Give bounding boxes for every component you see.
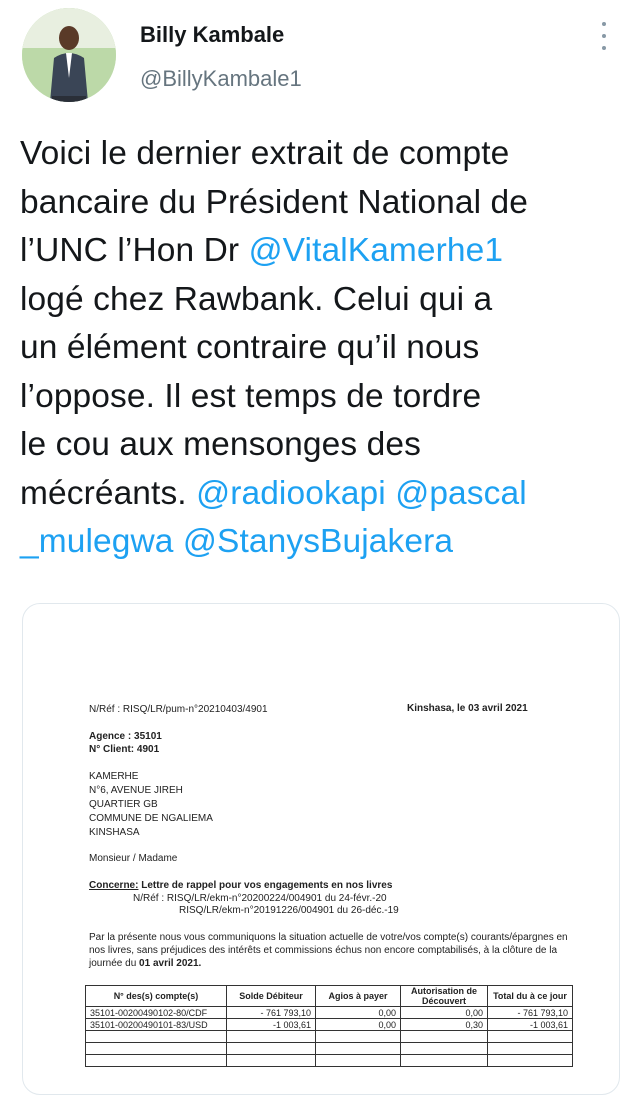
tweet-line: logé chez Rawbank. Celui qui a <box>20 276 620 325</box>
tweet-line: l’oppose. Il est temps de tordre <box>20 373 620 422</box>
tweet-line: mécréants. @radiookapi @pascal <box>20 470 620 519</box>
tweet-text-segment: un élément contraire qu’il nous <box>20 329 480 366</box>
table-cell <box>315 1042 401 1055</box>
mention-link[interactable]: @pascal <box>395 475 527 512</box>
mention-link[interactable]: _mulegwa <box>20 523 174 560</box>
tweet-line: _mulegwa @StanysBujakera <box>20 518 620 567</box>
table-cell <box>226 1054 316 1067</box>
table-header: Total du à ce jour <box>487 985 573 1007</box>
table-header: Autorisation de Découvert <box>400 985 488 1007</box>
tweet-text-segment: Voici le dernier extrait de compte <box>20 135 510 172</box>
doc-client: N° Client: 4901 <box>89 744 160 755</box>
tweet-text: Voici le dernier extrait de compte bancai… <box>20 130 620 567</box>
author-avatar[interactable] <box>22 8 116 102</box>
doc-ref-line: N/Réf : RISQ/LR/ekm-n°20200224/004901 du… <box>133 893 387 904</box>
doc-concerne-label: Concerne: <box>89 880 139 891</box>
tweet-text-segment: logé chez Rawbank. Celui qui a <box>20 280 493 318</box>
table-cell: 35101-00200490101-83/USD <box>85 1018 227 1031</box>
table-cell <box>85 1054 227 1067</box>
doc-body-prefix: journée du <box>89 958 140 969</box>
tweet-text-segment <box>386 475 395 512</box>
table-cell: - 761 793,10 <box>226 1006 316 1019</box>
table-cell: -1 003,61 <box>487 1018 573 1031</box>
table-header: Solde Débiteur <box>226 985 316 1007</box>
table-cell <box>85 1030 227 1043</box>
tweet-line: l’UNC l’Hon Dr @VitalKamerhe1 <box>20 227 620 276</box>
table-cell <box>226 1030 316 1043</box>
doc-salutation: Monsieur / Madame <box>89 853 178 864</box>
table-row <box>85 1042 573 1055</box>
doc-concerne-text: Lettre de rappel pour vos engagements en… <box>141 880 393 891</box>
author-handle[interactable]: @BillyKambale1 <box>140 66 302 92</box>
doc-ref-line: RISQ/LR/ekm-n°20191226/004901 du 26-déc.… <box>179 905 399 916</box>
table-row <box>85 1054 573 1067</box>
table-cell <box>487 1030 573 1043</box>
table-header-row: N° des(s) compte(s) Solde Débiteur Agios… <box>85 985 573 1007</box>
doc-concerne: Concerne: Lettre de rappel pour vos enga… <box>89 880 392 891</box>
doc-body-line: Par la présente nous vous communiquons l… <box>89 932 568 943</box>
table-cell: 35101-00200490102-80/CDF <box>85 1006 227 1019</box>
mention-link[interactable]: @VitalKamerhe1 <box>249 232 504 269</box>
table-cell: -1 003,61 <box>226 1018 316 1031</box>
table-cell <box>315 1030 401 1043</box>
tweet-line: bancaire du Président National de <box>20 179 620 228</box>
table-row: 35101-00200490101-83/USD -1 003,61 0,00 0,3… <box>85 1018 573 1031</box>
profile-photo <box>22 8 116 102</box>
table-cell <box>400 1042 488 1055</box>
doc-address-line: KAMERHE <box>89 771 139 782</box>
mention-link[interactable]: @radiookapi <box>196 475 386 512</box>
tweet-text-segment: l’UNC l’Hon Dr <box>20 232 249 269</box>
tweet-text-segment <box>174 523 183 560</box>
table-row: 35101-00200490102-80/CDF - 761 793,10 0,00… <box>85 1006 573 1019</box>
accounts-table: N° des(s) compte(s) Solde Débiteur Agios… <box>85 985 573 1067</box>
doc-body-date: 01 avril 2021. <box>139 958 202 969</box>
table-cell <box>85 1042 227 1055</box>
doc-body-line: nos livres, sans préjudices des intérêts… <box>89 945 558 956</box>
doc-address-line: QUARTIER GB <box>89 799 158 810</box>
table-header: Agios à payer <box>315 985 401 1007</box>
bank-letter-document: N/Réf : RISQ/LR/pum-n°20210403/4901 Kins… <box>23 604 619 1094</box>
tweet-text-segment: mécréants. <box>20 474 197 512</box>
table-cell <box>400 1030 488 1043</box>
tweet-line: un élément contraire qu’il nous <box>20 324 620 373</box>
doc-place-date: Kinshasa, le 03 avril 2021 <box>407 703 528 714</box>
author-name[interactable]: Billy Kambale <box>140 22 284 48</box>
table-cell <box>487 1054 573 1067</box>
doc-ref: N/Réf : RISQ/LR/pum-n°20210403/4901 <box>89 704 268 715</box>
doc-address-line: COMMUNE DE NGALIEMA <box>89 813 213 824</box>
table-cell: 0,30 <box>400 1018 488 1031</box>
more-vertical-icon[interactable] <box>596 22 612 50</box>
table-header: N° des(s) compte(s) <box>85 985 227 1007</box>
tweet-media-image[interactable]: N/Réf : RISQ/LR/pum-n°20210403/4901 Kins… <box>22 603 620 1095</box>
tweet-line: Voici le dernier extrait de compte <box>20 130 620 179</box>
table-cell: 0,00 <box>400 1006 488 1019</box>
table-cell <box>487 1042 573 1055</box>
doc-body-line: journée du 01 avril 2021. <box>89 958 201 969</box>
table-cell <box>400 1054 488 1067</box>
table-cell: - 761 793,10 <box>487 1006 573 1019</box>
table-cell <box>226 1042 316 1055</box>
table-row <box>85 1030 573 1043</box>
tweet-text-segment: l’oppose. Il est temps de tordre <box>20 377 482 415</box>
table-cell: 0,00 <box>315 1018 401 1031</box>
mention-link[interactable]: @StanysBujakera <box>183 523 453 560</box>
tweet-text-segment: bancaire du Président National de <box>20 183 528 221</box>
doc-agence: Agence : 35101 <box>89 731 162 742</box>
tweet-text-segment: le cou aux mensonges des <box>20 426 421 463</box>
tweet-line: le cou aux mensonges des <box>20 421 620 470</box>
doc-address-line: KINSHASA <box>89 827 140 838</box>
table-cell <box>315 1054 401 1067</box>
doc-address-line: N°6, AVENUE JIREH <box>89 785 183 796</box>
table-cell: 0,00 <box>315 1006 401 1019</box>
